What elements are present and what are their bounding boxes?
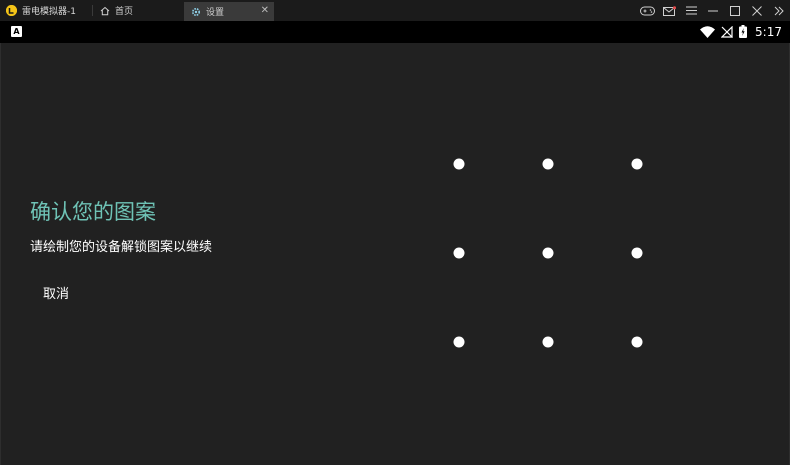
status-icons: 5:17 (694, 21, 782, 43)
no-signal-icon (720, 23, 733, 42)
emulator-window: 雷电模拟器-1 首页 设置 ✕ A 5:17 确认您的图案 请绘制您的设备解锁图… (0, 0, 790, 465)
battery-charging-icon (739, 23, 748, 42)
pattern-dot[interactable] (542, 336, 554, 348)
menu-icon[interactable] (680, 0, 702, 21)
minimize-icon[interactable] (702, 0, 724, 21)
wifi-icon (700, 23, 716, 42)
keyboard-indicator-icon: A (11, 26, 22, 37)
close-window-icon[interactable] (746, 0, 768, 21)
window-controls (636, 0, 790, 21)
app-title-tab[interactable]: 雷电模拟器-1 (0, 0, 92, 21)
gamepad-icon[interactable] (636, 0, 658, 21)
page-title: 确认您的图案 (30, 200, 156, 224)
status-clock: 5:17 (755, 25, 782, 39)
home-icon (99, 5, 111, 17)
ldplayer-logo-icon (6, 5, 17, 16)
close-tab-icon[interactable]: ✕ (261, 5, 269, 17)
emulator-titlebar: 雷电模拟器-1 首页 设置 ✕ (0, 0, 790, 21)
left-frame-edge (0, 43, 1, 465)
pattern-dot[interactable] (631, 158, 643, 170)
pattern-dot[interactable] (453, 336, 465, 348)
maximize-icon[interactable] (724, 0, 746, 21)
mail-icon[interactable] (658, 0, 680, 21)
pattern-dot[interactable] (453, 158, 465, 170)
tab-home-label: 首页 (115, 7, 134, 17)
android-status-bar: A 5:17 (0, 21, 790, 43)
pattern-dot[interactable] (542, 158, 554, 170)
pattern-dot[interactable] (631, 336, 643, 348)
tab-home[interactable]: 首页 (93, 0, 181, 21)
tab-settings-label: 设置 (206, 8, 225, 18)
cancel-button[interactable]: 取消 (33, 280, 79, 305)
pattern-dot[interactable] (453, 247, 465, 259)
pattern-dot[interactable] (631, 247, 643, 259)
tab-settings[interactable]: 设置 ✕ (184, 2, 274, 21)
pattern-dot[interactable] (542, 247, 554, 259)
app-title: 雷电模拟器-1 (22, 7, 76, 17)
settings-gear-icon (190, 6, 202, 18)
double-chevron-right-icon[interactable] (768, 0, 790, 21)
page-subtitle: 请绘制您的设备解锁图案以继续 (30, 240, 213, 255)
